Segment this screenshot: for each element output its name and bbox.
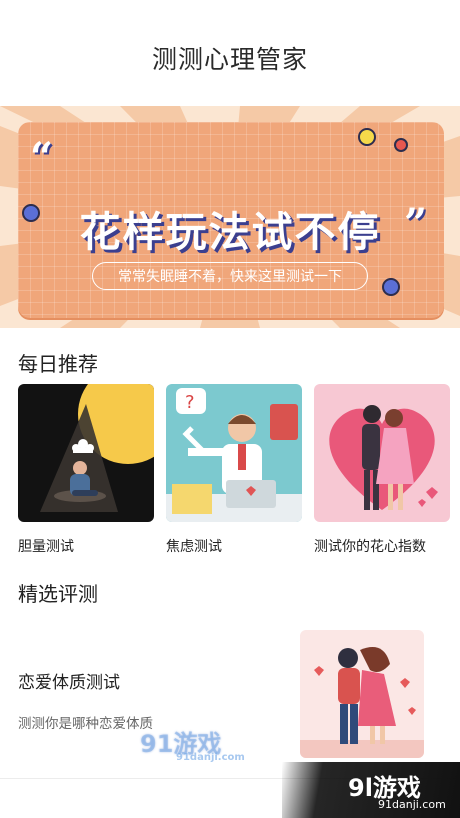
card-label: 胆量测试: [18, 539, 74, 555]
banner-title: 花样玩法试不停: [79, 208, 381, 256]
person-under-spotlight-illustration: [18, 384, 154, 522]
stressed-office-worker-illustration: ?: [166, 384, 302, 522]
recommend-card[interactable]: ? 焦虑测试: [166, 384, 302, 555]
recommend-card[interactable]: 胆量测试: [18, 384, 154, 555]
featured-item-description: 测测你是哪种恋爱体质: [18, 716, 153, 732]
open-quote-mark: “: [30, 134, 54, 181]
blue-dot-decoration: [382, 278, 400, 296]
card-label: 测试你的花心指数: [314, 539, 426, 555]
corner-watermark-url: 91danji.com: [378, 798, 446, 811]
app-header: 测测心理管家: [0, 0, 460, 100]
featured-item-title[interactable]: 恋爱体质测试: [18, 668, 120, 693]
banner-subtitle: 常常失眠睡不着，快来这里测试一下: [92, 262, 368, 290]
dancing-couple-illustration[interactable]: [300, 630, 424, 758]
yellow-dot-decoration: [358, 128, 376, 146]
svg-text:?: ?: [185, 392, 195, 413]
section-title-featured: 精选评测: [18, 582, 98, 606]
watermark-url: 91danji.com: [176, 752, 245, 763]
section-title-recommend: 每日推荐: [18, 352, 98, 376]
corner-watermark: 9l游戏 91danji.com: [282, 762, 460, 818]
recommend-card[interactable]: 测试你的花心指数: [314, 384, 450, 555]
couple-heart-illustration: [314, 384, 450, 522]
page-title: 测测心理管家: [151, 45, 308, 74]
blue-dot-decoration: [22, 204, 40, 222]
card-label: 焦虑测试: [166, 539, 222, 555]
red-dot-decoration: [394, 138, 408, 152]
promo-banner[interactable]: “ ” 花样玩法试不停 常常失眠睡不着，快来这里测试一下: [0, 106, 460, 328]
